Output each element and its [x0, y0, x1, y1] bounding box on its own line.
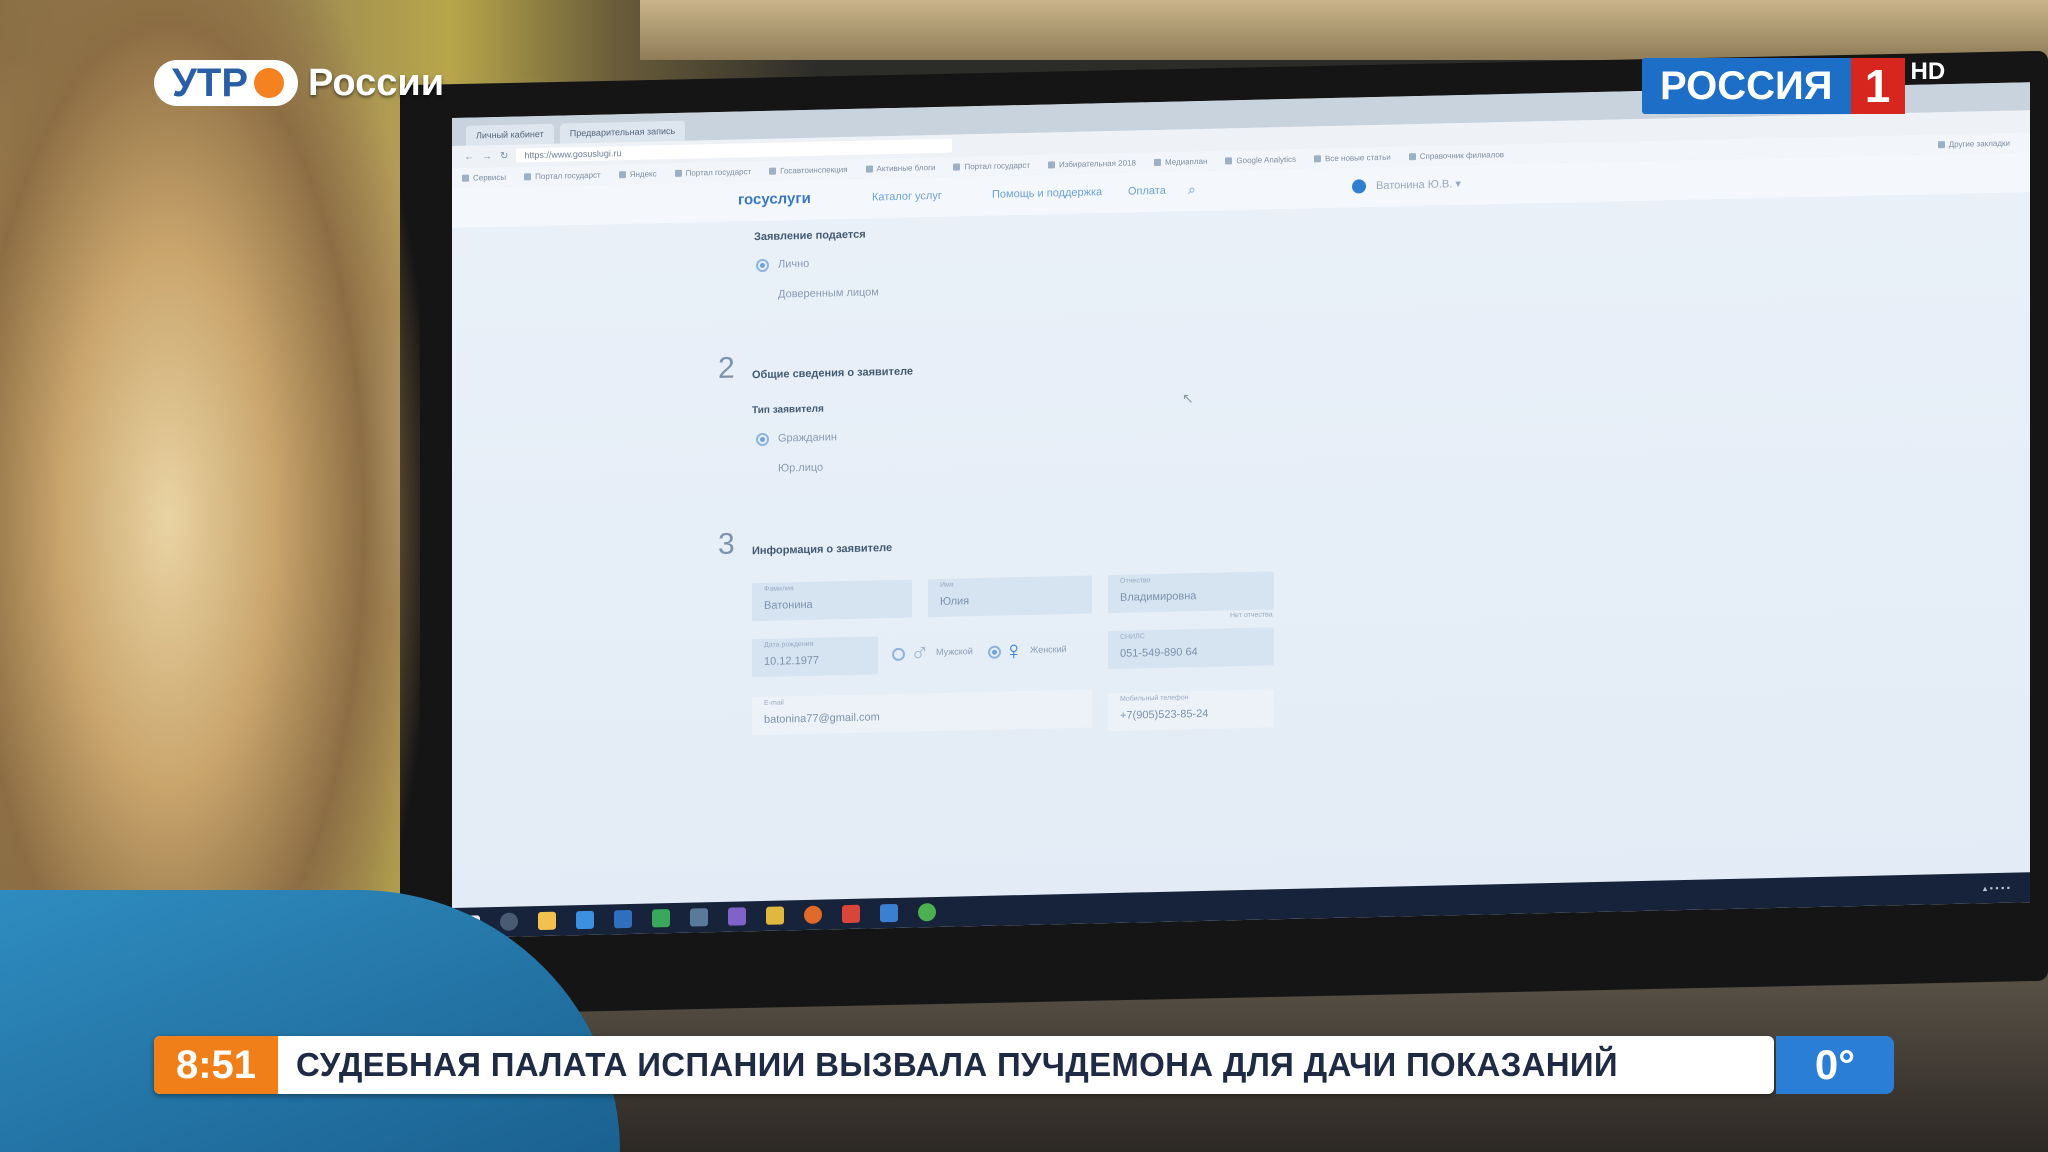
- phone-field[interactable]: Мобильный телефон +7(905)523-85-24: [1108, 689, 1274, 732]
- female-icon: ♀: [1004, 635, 1024, 666]
- option-citizen[interactable]: Gражданин: [778, 431, 837, 444]
- section3-title: Информация о заявителе: [752, 542, 893, 558]
- app-icon[interactable]: [880, 903, 898, 923]
- utro-text: УТР: [172, 60, 248, 105]
- monitor-screen: Личный кабинет Предварительная запись ← …: [452, 82, 2030, 938]
- bookmark[interactable]: Активные блоги: [866, 163, 936, 174]
- system-tray: ▴ ▪ ▪ ▪ ▪: [1982, 882, 2010, 893]
- app-icon[interactable]: [576, 910, 594, 930]
- radio-in-person[interactable]: [756, 258, 769, 273]
- bookmark[interactable]: Портал государст: [675, 167, 752, 178]
- back-icon[interactable]: ←: [464, 151, 474, 162]
- surname-field[interactable]: Фамилия Ватонина: [752, 579, 912, 622]
- bookmark[interactable]: Госавтоинспекция: [769, 165, 847, 176]
- avatar: [1352, 179, 1366, 194]
- news-ticker: 8:51 СУДЕБНАЯ ПАЛАТА ИСПАНИИ ВЫЗВАЛА ПУЧ…: [154, 1036, 1774, 1094]
- bookmark[interactable]: Медиаплан: [1154, 156, 1207, 166]
- other-bookmarks[interactable]: Другие закладки: [1938, 138, 2010, 149]
- nav-catalog[interactable]: Каталог услуг: [872, 190, 942, 204]
- channel-name: РОССИЯ: [1642, 58, 1851, 114]
- birthdate-field[interactable]: Дата рождения 10.12.1977: [752, 636, 878, 678]
- app-icon[interactable]: [728, 907, 746, 926]
- applicant-type-label: Тип заявителя: [752, 403, 824, 417]
- bookmark[interactable]: Все новые статьи: [1314, 152, 1391, 163]
- bookmark[interactable]: Избирательная 2018: [1048, 158, 1136, 169]
- channel-logo: РОССИЯ 1 HD: [1642, 58, 1945, 114]
- patronymic-field[interactable]: Отчество Владимировна: [1108, 571, 1274, 614]
- option-legal-entity[interactable]: Юр.лицо: [778, 462, 823, 475]
- user-menu[interactable]: Ватонина Ю.В. ▾: [1352, 177, 1461, 194]
- application-form: Заявление подается Лично Доверенным лицо…: [452, 192, 2030, 908]
- wall: [640, 0, 2048, 60]
- name-field[interactable]: Имя Юлия: [928, 575, 1092, 618]
- channel-number: 1: [1850, 58, 1905, 114]
- option-female[interactable]: Женский: [1030, 644, 1067, 655]
- search-icon[interactable]: ⌕: [1188, 181, 1196, 198]
- ticker-temperature: 0°: [1776, 1036, 1894, 1094]
- app-icon[interactable]: [690, 908, 708, 927]
- radio-male[interactable]: [892, 647, 905, 662]
- app-icon[interactable]: [652, 909, 670, 928]
- utro-badge: УТР: [154, 60, 298, 106]
- forward-icon[interactable]: →: [482, 151, 492, 162]
- radio-citizen[interactable]: [756, 432, 769, 447]
- ticker-time: 8:51: [154, 1036, 278, 1094]
- option-male[interactable]: Мужской: [936, 646, 973, 657]
- radio-female[interactable]: [988, 645, 1001, 659]
- section1-title: Заявление подается: [754, 228, 866, 244]
- browser-icon[interactable]: [804, 905, 822, 925]
- bookmark[interactable]: Справочник филиалов: [1409, 150, 1504, 161]
- app-icon[interactable]: [842, 904, 860, 924]
- nav-help[interactable]: Помощь и поддержка: [992, 186, 1102, 201]
- app-icon[interactable]: [766, 906, 784, 925]
- browser-tab[interactable]: Личный кабинет: [466, 123, 554, 146]
- user-name: Ватонина Ю.В.: [1376, 178, 1453, 193]
- reload-icon[interactable]: ↻: [500, 150, 508, 161]
- mouse-cursor-icon: ↖: [1182, 390, 1194, 406]
- bookmark[interactable]: Яндекс: [619, 169, 657, 179]
- folder-icon[interactable]: [538, 911, 556, 931]
- search-icon[interactable]: [500, 912, 518, 931]
- option-proxy[interactable]: Доверенным лицом: [778, 286, 879, 300]
- bookmark[interactable]: Портал государст: [524, 170, 601, 181]
- ticker-headline: СУДЕБНАЯ ПАЛАТА ИСПАНИИ ВЫЗВАЛА ПУЧДЕМОН…: [296, 1046, 1618, 1083]
- app-icon[interactable]: [614, 909, 632, 929]
- section2-title: Общие сведения о заявителе: [752, 365, 914, 382]
- email-field[interactable]: E-mail batonina77@gmail.com: [752, 689, 1092, 736]
- hd-badge: HD: [1910, 58, 1946, 85]
- bookmark[interactable]: Сервисы: [462, 172, 506, 182]
- sun-icon: [254, 68, 284, 98]
- nav-payment[interactable]: Оплата: [1128, 185, 1166, 198]
- bookmark[interactable]: Google Analytics: [1225, 154, 1296, 165]
- bookmark[interactable]: Портал государст: [953, 160, 1030, 171]
- no-patronymic-link[interactable]: Нет отчества: [1230, 611, 1273, 619]
- option-in-person[interactable]: Лично: [778, 258, 809, 271]
- step-number: 3: [718, 527, 735, 561]
- gosuslugi-logo[interactable]: госуслуги: [738, 190, 811, 209]
- chrome-icon[interactable]: [918, 903, 936, 922]
- rossii-text: России: [308, 61, 445, 104]
- step-number: 2: [718, 351, 735, 385]
- show-logo: УТР России: [154, 60, 444, 106]
- snils-field[interactable]: СНИЛС 051-549-890 64: [1108, 627, 1274, 670]
- male-icon: ♂: [910, 637, 930, 668]
